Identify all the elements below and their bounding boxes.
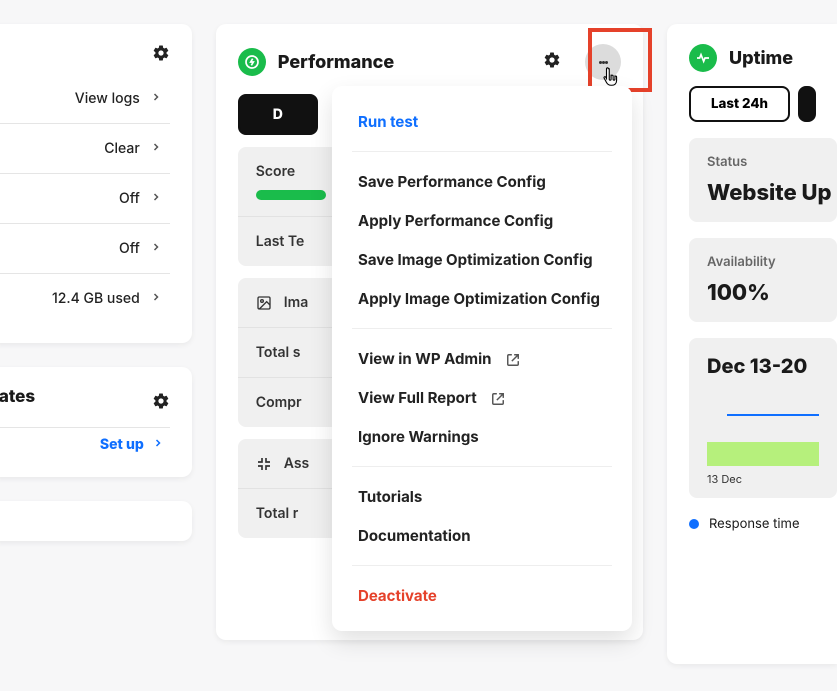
- chart-area: 13 Dec: [707, 392, 819, 482]
- assets-label: Ass: [284, 455, 309, 472]
- setup-link[interactable]: Set up: [0, 428, 170, 457]
- uptime-chart: Dec 13-20 13 Dec: [689, 338, 837, 498]
- more-actions-button[interactable]: [585, 44, 621, 80]
- row-storage[interactable]: 12.4 GB used: [0, 273, 170, 323]
- left-widget-card: View logs Clear Off: [0, 24, 192, 343]
- chevron-right-icon: [150, 240, 162, 257]
- menu-label: Apply Image Optimization Config: [358, 289, 600, 308]
- primary-action-button[interactable]: D: [238, 94, 318, 135]
- status-label: Status: [707, 154, 819, 170]
- menu-label: View Full Report: [358, 388, 477, 407]
- gear-icon[interactable]: [543, 51, 561, 73]
- row-view-logs[interactable]: View logs: [0, 74, 170, 123]
- row-label: Off: [119, 190, 140, 207]
- image-label: Ima: [284, 294, 309, 311]
- bolt-icon: [238, 48, 266, 76]
- menu-divider: [352, 328, 612, 329]
- external-link-icon: [491, 391, 505, 405]
- range-label: Last 24h: [711, 96, 768, 112]
- menu-view-full-report[interactable]: View Full Report: [332, 378, 632, 417]
- row-label: 12.4 GB used: [52, 290, 140, 307]
- left-card-gear-row: [0, 44, 170, 66]
- chevron-right-icon: [152, 436, 164, 453]
- menu-label: Tutorials: [358, 487, 422, 506]
- menu-documentation[interactable]: Documentation: [332, 516, 632, 555]
- setup-label: Set up: [100, 436, 144, 453]
- availability-label: Availability: [707, 254, 819, 270]
- chart-title: Dec 13-20: [707, 354, 819, 378]
- left-widget-list: View logs Clear Off: [0, 74, 170, 323]
- availability-value: 100%: [707, 280, 819, 306]
- menu-label: Documentation: [358, 526, 471, 545]
- score-bar: [256, 190, 326, 200]
- partial-card: [0, 501, 192, 541]
- kebab-dot: [605, 61, 608, 64]
- x-tick-0: 13 Dec: [707, 472, 742, 486]
- menu-label: Apply Performance Config: [358, 211, 553, 230]
- menu-label: Deactivate: [358, 586, 437, 605]
- gear-icon[interactable]: [152, 392, 170, 414]
- menu-tutorials[interactable]: Tutorials: [332, 477, 632, 516]
- gear-icon[interactable]: [152, 44, 170, 66]
- uptime-band: [707, 442, 819, 466]
- compr-label: Compr: [256, 394, 302, 411]
- performance-header: Performance: [238, 44, 621, 80]
- chevron-right-icon: [150, 140, 162, 157]
- templates-title-fragment: lates: [0, 387, 35, 407]
- score-label: Score: [256, 163, 295, 180]
- menu-view-wp-admin[interactable]: View in WP Admin: [332, 339, 632, 378]
- menu-label: Save Image Optimization Config: [358, 250, 593, 269]
- row-label: Clear: [104, 140, 140, 157]
- last-test-label: Last Te: [256, 233, 305, 250]
- range-selector: Last 24h: [689, 86, 837, 122]
- menu-label: Save Performance Config: [358, 172, 546, 191]
- menu-save-img-config[interactable]: Save Image Optimization Config: [332, 240, 632, 279]
- legend-label-response: Response time: [709, 516, 800, 532]
- menu-ignore-warnings[interactable]: Ignore Warnings: [332, 417, 632, 456]
- menu-save-perf-config[interactable]: Save Performance Config: [332, 162, 632, 201]
- range-last24h-button[interactable]: Last 24h: [689, 86, 790, 122]
- menu-label: View in WP Admin: [358, 349, 492, 368]
- heartbeat-icon: [689, 44, 717, 72]
- menu-apply-img-config[interactable]: Apply Image Optimization Config: [332, 279, 632, 318]
- uptime-title: Uptime: [729, 48, 793, 69]
- menu-label: Run test: [358, 112, 418, 131]
- row-off-2[interactable]: Off: [0, 223, 170, 273]
- status-value: Website Up: [707, 180, 819, 206]
- menu-divider: [352, 466, 612, 467]
- status-block: Status Website Up: [689, 138, 837, 222]
- uptime-header: Uptime: [689, 44, 837, 72]
- image-icon: [256, 295, 272, 311]
- menu-divider: [352, 565, 612, 566]
- menu-divider: [352, 151, 612, 152]
- button-label-fragment: D: [273, 106, 283, 123]
- performance-title: Performance: [278, 52, 394, 73]
- uptime-card: Uptime Last 24h Status Website Up Availa…: [667, 24, 837, 664]
- row-label: View logs: [75, 90, 140, 107]
- chart-legend: Response time: [689, 516, 837, 532]
- compress-icon: [256, 456, 272, 472]
- row-off-1[interactable]: Off: [0, 173, 170, 223]
- menu-apply-perf-config[interactable]: Apply Performance Config: [332, 201, 632, 240]
- row-clear[interactable]: Clear: [0, 123, 170, 173]
- row-label: Off: [119, 240, 140, 257]
- menu-run-test[interactable]: Run test: [332, 102, 632, 141]
- menu-deactivate[interactable]: Deactivate: [332, 576, 632, 615]
- external-link-icon: [506, 352, 520, 366]
- chevron-right-icon: [150, 290, 162, 307]
- total-r-label: Total r: [256, 505, 298, 522]
- range-more-button[interactable]: [798, 86, 816, 122]
- chevron-right-icon: [150, 90, 162, 107]
- legend-dot-response: [689, 519, 699, 529]
- availability-block: Availability 100%: [689, 238, 837, 322]
- total-s-label: Total s: [256, 344, 301, 361]
- response-time-line: [727, 414, 819, 416]
- chevron-right-icon: [150, 190, 162, 207]
- templates-card: lates Set up: [0, 367, 192, 477]
- performance-actions-menu: Run test Save Performance Config Apply P…: [332, 86, 632, 631]
- menu-label: Ignore Warnings: [358, 427, 479, 446]
